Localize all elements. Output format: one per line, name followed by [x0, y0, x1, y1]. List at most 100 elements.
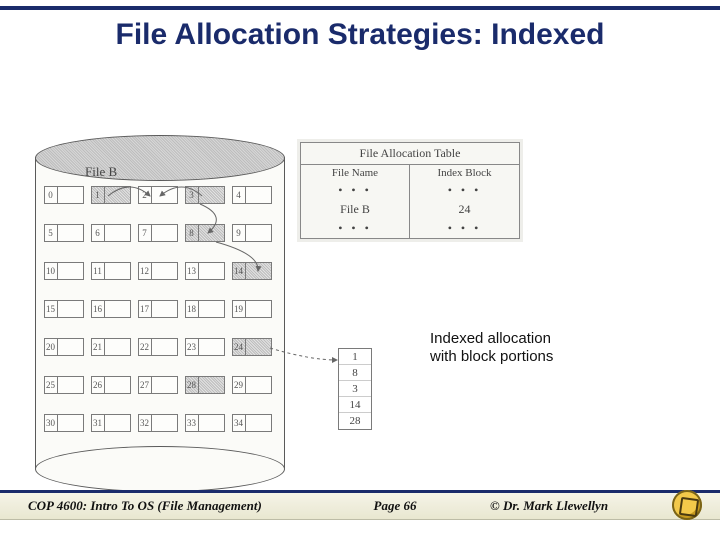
block-num: 33	[185, 414, 199, 432]
block-num: 28	[185, 376, 199, 394]
block-num: 29	[232, 376, 246, 394]
fat-file-name: File B	[301, 200, 410, 219]
fat-dots: • • •	[301, 219, 410, 238]
block-num: 13	[185, 262, 199, 280]
block-row-1: 0 1 2 3 4	[44, 186, 276, 204]
block-cell: 33	[185, 414, 225, 432]
block-cell: 19	[232, 300, 272, 318]
block-cell: 18	[185, 300, 225, 318]
block-cell: 11	[91, 262, 131, 280]
block-num: 10	[44, 262, 58, 280]
block-cell: 31	[91, 414, 131, 432]
fat-title: File Allocation Table	[301, 143, 519, 165]
block-cell: 14	[232, 262, 272, 280]
block-cell: 7	[138, 224, 178, 242]
fat-index-value: 24	[410, 200, 519, 219]
caption-line-2: with block portions	[430, 348, 553, 365]
diagram-caption: Indexed allocation with block portions	[430, 330, 553, 366]
block-cell: 3	[185, 186, 225, 204]
block-num: 22	[138, 338, 152, 356]
block-cell: 4	[232, 186, 272, 204]
block-cell: 13	[185, 262, 225, 280]
block-cell: 24	[232, 338, 272, 356]
block-num: 21	[91, 338, 105, 356]
block-row-5: 20 21 22 23 24	[44, 338, 276, 356]
fat-dots: • • •	[410, 181, 519, 200]
block-cell: 28	[185, 376, 225, 394]
block-cell: 32	[138, 414, 178, 432]
block-cell: 5	[44, 224, 84, 242]
block-cell: 27	[138, 376, 178, 394]
block-num: 26	[91, 376, 105, 394]
index-entry: 3	[339, 381, 371, 397]
block-cell: 30	[44, 414, 84, 432]
block-cell: 6	[91, 224, 131, 242]
block-row-7: 30 31 32 33 34	[44, 414, 276, 432]
footer-page: Page 66	[310, 498, 480, 514]
footer-course: COP 4600: Intro To OS (File Management)	[0, 498, 310, 514]
block-cell: 21	[91, 338, 131, 356]
block-num: 2	[138, 186, 152, 204]
block-num: 23	[185, 338, 199, 356]
block-cell: 9	[232, 224, 272, 242]
fat-table: File Allocation Table File Name Index Bl…	[300, 142, 520, 239]
block-num: 8	[185, 224, 199, 242]
block-num: 19	[232, 300, 246, 318]
block-cell: 26	[91, 376, 131, 394]
block-num: 3	[185, 186, 199, 204]
index-entry: 8	[339, 365, 371, 381]
block-num: 27	[138, 376, 152, 394]
block-num: 12	[138, 262, 152, 280]
block-cell: 25	[44, 376, 84, 394]
block-num: 1	[91, 186, 105, 204]
block-num: 25	[44, 376, 58, 394]
block-cell: 17	[138, 300, 178, 318]
block-row-6: 25 26 27 28 29	[44, 376, 276, 394]
index-block-list: 1 8 3 14 28	[338, 348, 372, 430]
block-cell: 10	[44, 262, 84, 280]
block-cell: 29	[232, 376, 272, 394]
block-cell: 20	[44, 338, 84, 356]
block-num: 32	[138, 414, 152, 432]
block-cell: 8	[185, 224, 225, 242]
block-num: 20	[44, 338, 58, 356]
block-cell: 15	[44, 300, 84, 318]
block-num: 30	[44, 414, 58, 432]
block-num: 17	[138, 300, 152, 318]
block-row-2: 5 6 7 8 9	[44, 224, 276, 242]
cylinder-top	[35, 135, 285, 181]
block-cell: 1	[91, 186, 131, 204]
block-cell: 16	[91, 300, 131, 318]
block-num: 5	[44, 224, 58, 242]
block-num: 7	[138, 224, 152, 242]
block-cell: 2	[138, 186, 178, 204]
block-num: 16	[91, 300, 105, 318]
block-num: 6	[91, 224, 105, 242]
slide-title: File Allocation Strategies: Indexed	[0, 18, 720, 52]
fat-dots: • • •	[301, 181, 410, 200]
fat-dots: • • •	[410, 219, 519, 238]
block-cell: 34	[232, 414, 272, 432]
fat-head-filename: File Name	[301, 165, 410, 181]
block-num: 34	[232, 414, 246, 432]
block-num: 18	[185, 300, 199, 318]
block-num: 9	[232, 224, 246, 242]
diagram: File B 0 1 2 3 4 5 6 7 8 9 10 11 12 13 1…	[30, 120, 690, 480]
index-entry: 1	[339, 349, 371, 365]
index-entry: 14	[339, 397, 371, 413]
index-entry: 28	[339, 413, 371, 429]
top-rule	[0, 6, 720, 10]
block-num: 0	[44, 186, 58, 204]
block-cell: 12	[138, 262, 178, 280]
block-num: 4	[232, 186, 246, 204]
block-row-3: 10 11 12 13 14	[44, 262, 276, 280]
block-row-4: 15 16 17 18 19	[44, 300, 276, 318]
cylinder-bottom	[35, 446, 285, 492]
fat-head-indexblock: Index Block	[410, 165, 519, 181]
ucf-logo-icon	[672, 490, 702, 520]
file-b-label: File B	[85, 164, 117, 180]
block-num: 31	[91, 414, 105, 432]
block-cell: 23	[185, 338, 225, 356]
block-cell: 22	[138, 338, 178, 356]
block-num: 11	[91, 262, 105, 280]
